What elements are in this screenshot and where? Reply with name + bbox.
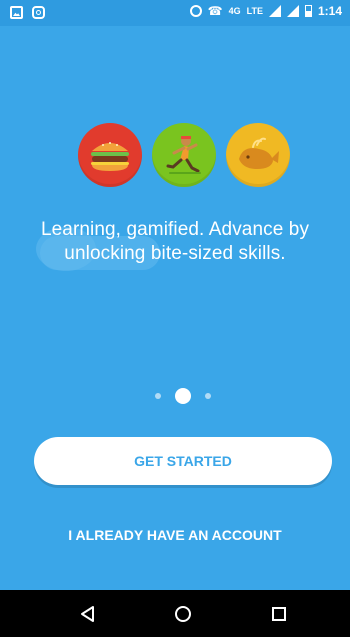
call-icon: ☎ <box>207 4 223 18</box>
navigation-bar <box>0 590 350 637</box>
runner-icon <box>166 136 201 174</box>
instagram-icon <box>32 6 45 19</box>
get-started-button[interactable]: GET STARTED <box>34 437 332 485</box>
whale-icon <box>239 137 279 169</box>
onboarding-headline: Learning, gamified. Advance by unlocking… <box>40 219 310 264</box>
page-dot-active[interactable] <box>175 388 191 404</box>
status-bar: ☎ 4G LTE 1:14 <box>0 0 350 26</box>
status-left <box>10 6 45 19</box>
signal-icon <box>286 5 299 17</box>
hamburger-illustration <box>78 123 142 187</box>
page-dot[interactable] <box>205 393 211 399</box>
status-time: 1:14 <box>317 4 342 18</box>
signal-icon <box>268 5 281 17</box>
page-indicator <box>150 386 214 406</box>
recents-button[interactable] <box>249 590 309 637</box>
illustration-row <box>78 123 293 191</box>
runner-illustration <box>152 123 216 187</box>
page-dot[interactable] <box>155 393 161 399</box>
back-icon <box>81 605 94 622</box>
recents-icon <box>272 606 286 621</box>
hamburger-icon <box>91 142 129 171</box>
network-type: LTE <box>246 6 263 16</box>
home-button[interactable] <box>153 590 213 637</box>
status-right: ☎ 4G LTE 1:14 <box>189 4 342 18</box>
battery-icon <box>304 5 312 17</box>
hotspot-icon <box>189 5 202 17</box>
have-account-link[interactable]: I ALREADY HAVE AN ACCOUNT <box>20 527 330 543</box>
whale-illustration <box>226 123 290 187</box>
gallery-icon <box>10 6 23 19</box>
back-button[interactable] <box>57 590 117 637</box>
network-type-small: 4G <box>228 6 241 16</box>
home-icon <box>175 605 191 622</box>
